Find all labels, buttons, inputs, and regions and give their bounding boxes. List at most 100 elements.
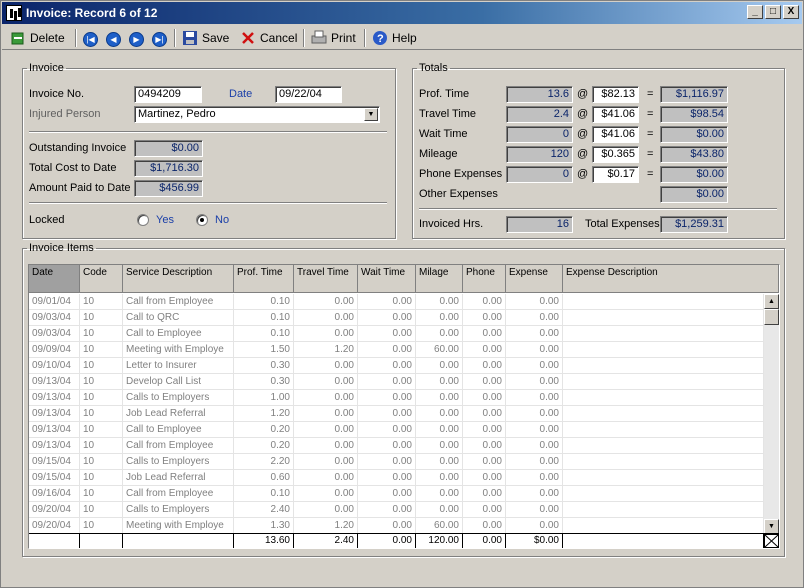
- table-cell[interactable]: [563, 470, 764, 486]
- table-cell[interactable]: 09/13/04: [29, 438, 80, 454]
- table-cell[interactable]: 0.00: [294, 502, 358, 518]
- table-cell[interactable]: 0.00: [416, 390, 463, 406]
- table-cell[interactable]: 1.20: [294, 518, 358, 534]
- table-cell[interactable]: [563, 438, 764, 454]
- locked-no-label[interactable]: No: [215, 214, 229, 226]
- table-cell[interactable]: 2.20: [234, 454, 294, 470]
- table-cell[interactable]: 0.10: [234, 294, 294, 310]
- table-cell[interactable]: Call to QRC: [123, 310, 234, 326]
- table-cell[interactable]: 0.00: [463, 422, 506, 438]
- table-cell[interactable]: [563, 342, 764, 358]
- table-row[interactable]: 09/20/04 10 Calls to Employers 2.40 0.00 0.00…: [29, 502, 764, 518]
- table-cell[interactable]: 09/13/04: [29, 374, 80, 390]
- table-cell[interactable]: 0.00: [358, 454, 416, 470]
- table-cell[interactable]: 0.00: [463, 406, 506, 422]
- table-cell[interactable]: 0.00: [358, 374, 416, 390]
- table-cell[interactable]: 0.00: [506, 470, 563, 486]
- table-cell[interactable]: 0.10: [234, 310, 294, 326]
- table-cell[interactable]: 0.00: [294, 422, 358, 438]
- cancel-button[interactable]: Cancel: [240, 28, 297, 48]
- table-cell[interactable]: Job Lead Referral: [123, 470, 234, 486]
- table-cell[interactable]: [563, 422, 764, 438]
- table-cell[interactable]: 09/20/04: [29, 518, 80, 534]
- table-row[interactable]: 09/10/04 10 Letter to Insurer 0.30 0.00 0.00 0…: [29, 358, 764, 374]
- close-button[interactable]: X: [783, 5, 799, 19]
- table-cell[interactable]: 09/10/04: [29, 358, 80, 374]
- table-cell[interactable]: 0.00: [506, 374, 563, 390]
- table-cell[interactable]: Call from Employee: [123, 294, 234, 310]
- table-cell[interactable]: 0.00: [358, 518, 416, 534]
- print-button[interactable]: Print: [311, 28, 356, 48]
- table-cell[interactable]: 0.00: [416, 486, 463, 502]
- table-cell[interactable]: 0.00: [294, 294, 358, 310]
- scroll-thumb[interactable]: [764, 309, 779, 325]
- table-cell[interactable]: 0.00: [463, 374, 506, 390]
- table-cell[interactable]: 0.00: [506, 486, 563, 502]
- table-cell[interactable]: 10: [80, 486, 123, 502]
- locked-no-radio[interactable]: [196, 214, 208, 226]
- invoice-no-field[interactable]: 0494209: [134, 86, 202, 103]
- table-cell[interactable]: 0.00: [506, 342, 563, 358]
- minimize-button[interactable]: _: [747, 5, 763, 19]
- table-cell[interactable]: 10: [80, 342, 123, 358]
- table-cell[interactable]: 0.10: [234, 326, 294, 342]
- column-header[interactable]: Expense Description: [563, 265, 779, 293]
- table-cell[interactable]: 0.00: [463, 358, 506, 374]
- table-cell[interactable]: 09/16/04: [29, 486, 80, 502]
- table-cell[interactable]: [563, 358, 764, 374]
- table-cell[interactable]: 0.00: [294, 454, 358, 470]
- table-cell[interactable]: 1.20: [234, 406, 294, 422]
- table-row[interactable]: 09/13/04 10 Calls to Employers 1.00 0.00 0.00…: [29, 390, 764, 406]
- table-cell[interactable]: Calls to Employers: [123, 454, 234, 470]
- next-record-button[interactable]: ▶: [129, 28, 144, 48]
- table-cell[interactable]: 0.00: [358, 310, 416, 326]
- table-cell[interactable]: 1.50: [234, 342, 294, 358]
- table-cell[interactable]: 0.00: [463, 390, 506, 406]
- table-cell[interactable]: 10: [80, 438, 123, 454]
- table-cell[interactable]: 09/13/04: [29, 422, 80, 438]
- table-cell[interactable]: [563, 454, 764, 470]
- table-cell[interactable]: 09/13/04: [29, 406, 80, 422]
- table-cell[interactable]: 0.00: [463, 342, 506, 358]
- totals-rate-field[interactable]: $0.365: [592, 146, 639, 163]
- totals-rate-field[interactable]: $0.17: [592, 166, 639, 183]
- table-cell[interactable]: 0.00: [416, 406, 463, 422]
- table-cell[interactable]: 10: [80, 454, 123, 470]
- table-cell[interactable]: 09/15/04: [29, 454, 80, 470]
- column-header[interactable]: Milage: [416, 265, 463, 293]
- column-header[interactable]: Date: [29, 265, 80, 293]
- table-cell[interactable]: [563, 294, 764, 310]
- column-header[interactable]: Expense: [506, 265, 563, 293]
- table-cell[interactable]: 10: [80, 422, 123, 438]
- table-cell[interactable]: 0.00: [463, 326, 506, 342]
- table-cell[interactable]: 0.00: [506, 502, 563, 518]
- table-cell[interactable]: 09/03/04: [29, 310, 80, 326]
- table-row[interactable]: 09/16/04 10 Call from Employee 0.10 0.00 0.00…: [29, 486, 764, 502]
- table-cell[interactable]: 09/20/04: [29, 502, 80, 518]
- table-cell[interactable]: 0.00: [463, 470, 506, 486]
- table-cell[interactable]: Job Lead Referral: [123, 406, 234, 422]
- table-cell[interactable]: 0.00: [358, 358, 416, 374]
- table-row[interactable]: 09/13/04 10 Job Lead Referral 1.20 0.00 0.00 0…: [29, 406, 764, 422]
- table-cell[interactable]: 0.00: [358, 326, 416, 342]
- table-cell[interactable]: Call to Employee: [123, 422, 234, 438]
- table-cell[interactable]: Meeting with Employe: [123, 518, 234, 534]
- table-cell[interactable]: Develop Call List: [123, 374, 234, 390]
- table-cell[interactable]: 0.00: [506, 358, 563, 374]
- table-cell[interactable]: 0.00: [294, 438, 358, 454]
- totals-rate-field[interactable]: $41.06: [592, 126, 639, 143]
- table-row[interactable]: 09/15/04 10 Job Lead Referral 0.60 0.00 0.00 0…: [29, 470, 764, 486]
- totals-rate-field[interactable]: $82.13: [592, 86, 639, 103]
- table-cell[interactable]: [563, 374, 764, 390]
- table-cell[interactable]: 0.00: [294, 374, 358, 390]
- injured-person-select[interactable]: Martinez, Pedro ▼: [134, 106, 380, 123]
- table-cell[interactable]: 0.30: [234, 374, 294, 390]
- table-cell[interactable]: 0.60: [234, 470, 294, 486]
- table-cell[interactable]: 0.00: [506, 454, 563, 470]
- last-record-button[interactable]: ▶|: [152, 28, 167, 48]
- locked-yes-radio[interactable]: [137, 214, 149, 226]
- table-cell[interactable]: 0.00: [294, 390, 358, 406]
- scroll-up-icon[interactable]: ▲: [764, 294, 779, 309]
- table-row[interactable]: 09/15/04 10 Calls to Employers 2.20 0.00 0.00…: [29, 454, 764, 470]
- table-cell[interactable]: 10: [80, 294, 123, 310]
